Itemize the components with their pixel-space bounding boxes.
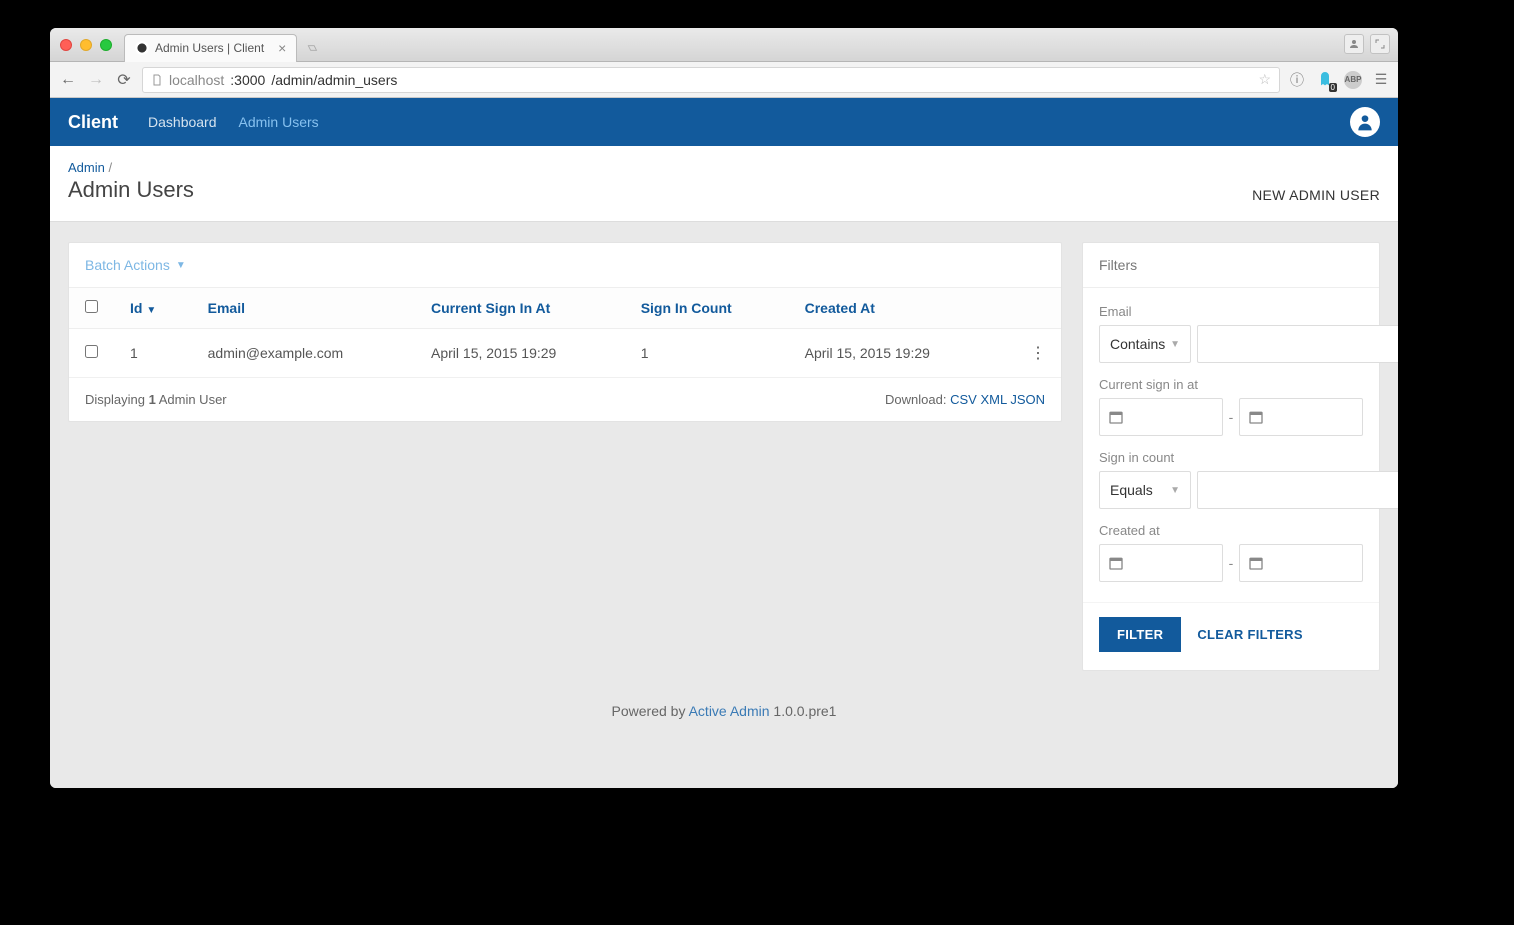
table-row: 1 admin@example.com April 15, 2015 19:29… — [69, 329, 1061, 378]
filter-sign-in-count-operator[interactable]: Equals▼ — [1099, 471, 1191, 509]
address-bar: ← → ⟳ localhost :3000/admin/admin_users ☆… — [50, 62, 1398, 98]
filter-created-at-to[interactable] — [1239, 544, 1363, 582]
chevron-down-icon: ▼ — [1170, 485, 1180, 496]
filter-current-sign-in-to[interactable] — [1239, 398, 1363, 436]
row-actions-button[interactable]: ⋮ — [998, 329, 1061, 378]
cell-id[interactable]: 1 — [114, 329, 192, 378]
chevron-down-icon: ▼ — [1170, 339, 1180, 350]
user-icon — [1355, 112, 1375, 132]
col-current-sign-in-at[interactable]: Current Sign In At — [415, 288, 625, 329]
filters-panel: Filters Email Contains▼ Current sign in … — [1082, 242, 1380, 671]
download-links: Download: CSV XML JSON — [885, 392, 1045, 407]
calendar-icon — [1248, 409, 1264, 425]
url-host: localhost — [169, 72, 224, 88]
cell-current-sign-in-at: April 15, 2015 19:29 — [415, 329, 625, 378]
reload-button[interactable]: ⟳ — [114, 70, 134, 90]
url-path: /admin/admin_users — [271, 72, 397, 88]
active-admin-link[interactable]: Active Admin — [689, 703, 770, 719]
pagination-info: Displaying 1 Admin User — [85, 392, 227, 407]
url-port: :3000 — [230, 72, 265, 88]
filter-current-sign-in-label: Current sign in at — [1099, 377, 1363, 392]
user-menu-button[interactable] — [1344, 34, 1364, 54]
browser-window: Admin Users | Client × ← → ⟳ localhost :3… — [50, 28, 1398, 788]
col-sign-in-count[interactable]: Sign In Count — [625, 288, 789, 329]
download-xml[interactable]: XML — [980, 392, 1006, 407]
page-icon — [151, 74, 163, 86]
new-admin-user-button[interactable]: NEW ADMIN USER — [1252, 187, 1380, 203]
forward-button[interactable]: → — [86, 71, 106, 89]
cell-created-at: April 15, 2015 19:29 — [789, 329, 999, 378]
clear-filters-button[interactable]: CLEAR FILTERS — [1197, 627, 1303, 642]
col-id[interactable]: Id ▼ — [114, 288, 192, 329]
filter-email-operator[interactable]: Contains▼ — [1099, 325, 1191, 363]
admin-users-table: Id ▼ Email Current Sign In At Sign In Co… — [69, 287, 1061, 378]
bookmark-icon[interactable]: ☆ — [1258, 71, 1271, 88]
batch-actions-dropdown[interactable]: Batch Actions ▼ — [69, 243, 1061, 287]
filter-current-sign-in-from[interactable] — [1099, 398, 1223, 436]
app-navbar: Client Dashboard Admin Users — [50, 98, 1398, 146]
row-checkbox[interactable] — [85, 345, 98, 358]
brand[interactable]: Client — [68, 112, 118, 133]
extension-abp-icon[interactable]: ABP — [1344, 71, 1362, 89]
filter-created-at-label: Created at — [1099, 523, 1363, 538]
nav-admin-users[interactable]: Admin Users — [239, 114, 319, 130]
traffic-lights — [60, 39, 112, 51]
sort-desc-icon: ▼ — [146, 305, 156, 316]
favicon-icon — [135, 41, 149, 55]
calendar-icon — [1108, 409, 1124, 425]
filter-email-label: Email — [1099, 304, 1363, 319]
minimize-window-button[interactable] — [80, 39, 92, 51]
close-tab-button[interactable]: × — [278, 40, 286, 56]
batch-actions-label: Batch Actions — [85, 257, 170, 273]
browser-menu-button[interactable]: ☰ — [1372, 71, 1390, 89]
col-created-at[interactable]: Created At — [789, 288, 999, 329]
table-header-row: Id ▼ Email Current Sign In At Sign In Co… — [69, 288, 1061, 329]
breadcrumb-sep: / — [105, 160, 112, 175]
user-avatar-button[interactable] — [1350, 107, 1380, 137]
page-header: Admin / Admin Users NEW ADMIN USER — [50, 146, 1398, 222]
filters-title: Filters — [1083, 243, 1379, 288]
page-viewport: Client Dashboard Admin Users Admin / Adm… — [50, 98, 1398, 788]
url-input[interactable]: localhost :3000/admin/admin_users ☆ — [142, 67, 1280, 93]
close-window-button[interactable] — [60, 39, 72, 51]
extension-ghostery-icon[interactable]: 0 — [1316, 71, 1334, 89]
filter-button[interactable]: FILTER — [1099, 617, 1181, 652]
cell-sign-in-count: 1 — [625, 329, 789, 378]
fullscreen-button[interactable] — [1370, 34, 1390, 54]
breadcrumb-admin-link[interactable]: Admin — [68, 160, 105, 175]
page-title: Admin Users — [68, 177, 194, 203]
calendar-icon — [1248, 555, 1264, 571]
nav-dashboard[interactable]: Dashboard — [148, 114, 217, 130]
new-tab-button[interactable] — [301, 36, 325, 60]
download-csv[interactable]: CSV — [950, 392, 977, 407]
filter-email-input[interactable] — [1197, 325, 1398, 363]
info-icon[interactable]: ⓘ — [1288, 71, 1306, 89]
maximize-window-button[interactable] — [100, 39, 112, 51]
cell-email: admin@example.com — [192, 329, 415, 378]
calendar-icon — [1108, 555, 1124, 571]
breadcrumb: Admin / — [68, 160, 194, 175]
filter-sign-in-count-input[interactable] — [1197, 471, 1398, 509]
select-all-checkbox[interactable] — [85, 300, 98, 313]
browser-tab[interactable]: Admin Users | Client × — [124, 34, 297, 62]
main-panel: Batch Actions ▼ Id ▼ Email Current Sign … — [68, 242, 1062, 422]
filter-sign-in-count-label: Sign in count — [1099, 450, 1363, 465]
download-json[interactable]: JSON — [1010, 392, 1045, 407]
back-button[interactable]: ← — [58, 71, 78, 89]
window-titlebar: Admin Users | Client × — [50, 28, 1398, 62]
tab-title: Admin Users | Client — [155, 41, 264, 55]
filter-created-at-from[interactable] — [1099, 544, 1223, 582]
chevron-down-icon: ▼ — [176, 260, 186, 271]
select-all-header — [69, 288, 114, 329]
page-footer: Powered by Active Admin 1.0.0.pre1 — [50, 691, 1398, 737]
col-email[interactable]: Email — [192, 288, 415, 329]
